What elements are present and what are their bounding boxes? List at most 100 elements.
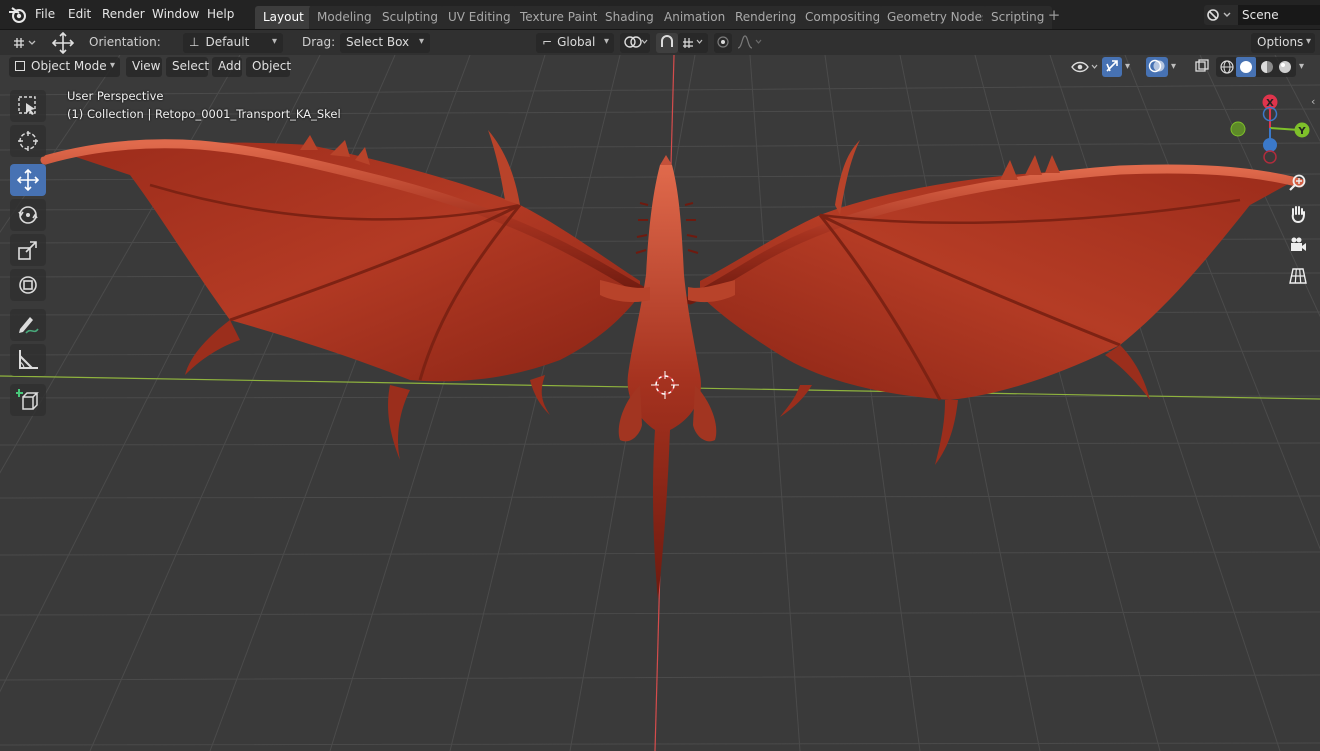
gizmo-toggle[interactable] (1102, 57, 1122, 77)
measure-icon (19, 350, 38, 369)
tool-settings-header: Orientation: ⊥ Default ▾ Drag: Select Box ▾… (0, 30, 1320, 55)
tab-modeling[interactable]: Modeling (309, 6, 380, 29)
scene-icon (1207, 9, 1231, 21)
tab-compositing[interactable]: Compositing (797, 6, 889, 29)
falloff-dropdown[interactable] (734, 33, 764, 53)
tool-transform[interactable] (10, 269, 46, 301)
pan-hand-icon (1291, 206, 1305, 224)
scale-icon (18, 241, 37, 260)
snap-target-dropdown[interactable] (678, 33, 708, 53)
gizmo-y-negative[interactable] (1230, 121, 1246, 137)
gizmo-dropdown[interactable]: ▾ (1123, 57, 1139, 77)
wireframe-shading-icon[interactable] (1218, 59, 1236, 75)
viewport-canvas[interactable] (0, 55, 1320, 751)
menu-add[interactable]: Add (212, 57, 242, 77)
move-icon (16, 168, 40, 192)
options-label: Options (1257, 35, 1304, 49)
menu-window[interactable]: Window (152, 7, 199, 21)
annotate-icon (19, 317, 39, 334)
tool-rotate[interactable] (10, 199, 46, 231)
proportional-edit-toggle[interactable] (714, 33, 732, 53)
gizmo-y-label: Y (1297, 126, 1306, 137)
scene-name-field[interactable]: Scene (1238, 5, 1320, 25)
3d-viewport[interactable]: Object Mode ▾ View Select Add Object ▾ ▾ … (0, 55, 1320, 751)
zoom-icon (1289, 174, 1306, 191)
camera-view-button[interactable] (1285, 232, 1311, 258)
chevron-down-icon: ▾ (271, 36, 277, 47)
transform-orientation-dropdown[interactable]: ⌐ Global ▾ (536, 33, 614, 53)
tab-sculpting[interactable]: Sculpting (374, 6, 447, 29)
dragon-model[interactable] (40, 130, 1305, 600)
menu-file[interactable]: File (35, 7, 55, 21)
orientation-value: Default (205, 35, 250, 49)
tool-cursor[interactable] (10, 125, 46, 157)
navigation-gizmo[interactable]: X Y (1224, 88, 1314, 168)
xray-toggle[interactable] (1192, 57, 1212, 77)
tool-move[interactable] (10, 164, 46, 196)
chevron-down-icon: ▾ (418, 36, 424, 47)
ortho-grid-icon (1289, 268, 1307, 284)
blender-logo-icon[interactable] (8, 6, 28, 24)
visibility-dropdown[interactable] (1066, 57, 1100, 77)
tool-annotate[interactable] (10, 309, 46, 341)
gizmo-icon (1106, 60, 1118, 72)
snap-toggle[interactable] (656, 33, 678, 53)
object-mode-dropdown[interactable]: Object Mode ▾ (9, 57, 120, 77)
object-mode-icon (15, 61, 25, 71)
chevron-down-icon: ▾ (109, 60, 115, 71)
object-mode-label: Object Mode (31, 59, 107, 73)
shading-mode-group (1216, 57, 1296, 77)
zoom-button[interactable] (1285, 170, 1311, 196)
rendered-shading-icon[interactable] (1276, 59, 1294, 75)
falloff-curve-icon (737, 35, 762, 49)
tab-layout[interactable]: Layout (255, 6, 312, 29)
menu-edit[interactable]: Edit (68, 7, 91, 21)
tool-scale[interactable] (10, 234, 46, 266)
chevron-down-icon: ▾ (1171, 61, 1177, 72)
menu-view[interactable]: View (126, 57, 162, 77)
global-axes-icon: ⌐ (542, 35, 553, 49)
sidebar-expand-icon[interactable]: ‹ (1311, 95, 1315, 108)
tab-texture-paint[interactable]: Texture Paint (512, 6, 606, 29)
cursor-icon (18, 131, 38, 151)
pan-button[interactable] (1285, 201, 1311, 227)
pivot-point-dropdown[interactable] (620, 33, 650, 53)
chevron-down-icon: ▾ (603, 36, 609, 47)
eye-icon (1071, 61, 1098, 73)
tool-measure[interactable] (10, 344, 46, 376)
drag-dropdown[interactable]: Select Box ▾ (340, 33, 430, 53)
solid-shading-button[interactable] (1236, 57, 1256, 77)
xray-icon (1195, 59, 1209, 72)
menu-render[interactable]: Render (102, 7, 145, 21)
tab-scripting[interactable]: Scripting (983, 6, 1053, 29)
shading-dropdown[interactable]: ▾ (1297, 57, 1313, 77)
orientation-axes-icon: ⊥ (189, 35, 200, 49)
menu-help[interactable]: Help (207, 7, 234, 21)
tool-select-box[interactable] (10, 90, 46, 122)
magnet-icon (661, 35, 673, 47)
scene-selector[interactable] (1204, 5, 1238, 25)
tab-uv-editing[interactable]: UV Editing (440, 6, 519, 29)
overlays-icon (1148, 59, 1165, 73)
drag-value: Select Box (346, 35, 410, 49)
overlays-dropdown[interactable]: ▾ (1169, 57, 1185, 77)
top-menu-bar: File Edit Render Window Help Layout Mode… (0, 0, 1320, 30)
orientation-dropdown[interactable]: ⊥ Default ▾ (183, 33, 283, 53)
active-tool-dropdown[interactable] (6, 33, 40, 53)
ortho-toggle-button[interactable] (1285, 263, 1311, 289)
gizmo-x-negative[interactable] (1263, 150, 1277, 164)
options-dropdown[interactable]: Options ▾ (1251, 33, 1315, 53)
add-workspace-icon[interactable]: + (1046, 8, 1062, 24)
tab-shading[interactable]: Shading (597, 6, 662, 29)
overlays-toggle[interactable] (1146, 57, 1168, 77)
menu-select[interactable]: Select (166, 57, 209, 77)
tab-rendering[interactable]: Rendering (727, 6, 805, 29)
gizmo-z-positive[interactable] (1263, 138, 1277, 152)
move-gizmo-icon[interactable] (50, 32, 76, 54)
tab-geometry-nodes[interactable]: Geometry Nodes (879, 6, 997, 29)
material-shading-icon[interactable] (1258, 59, 1276, 75)
tool-add-cube[interactable] (10, 384, 46, 416)
tab-animation[interactable]: Animation (656, 6, 734, 29)
gizmo-x-label: X (1266, 98, 1274, 109)
menu-object[interactable]: Object (246, 57, 291, 77)
